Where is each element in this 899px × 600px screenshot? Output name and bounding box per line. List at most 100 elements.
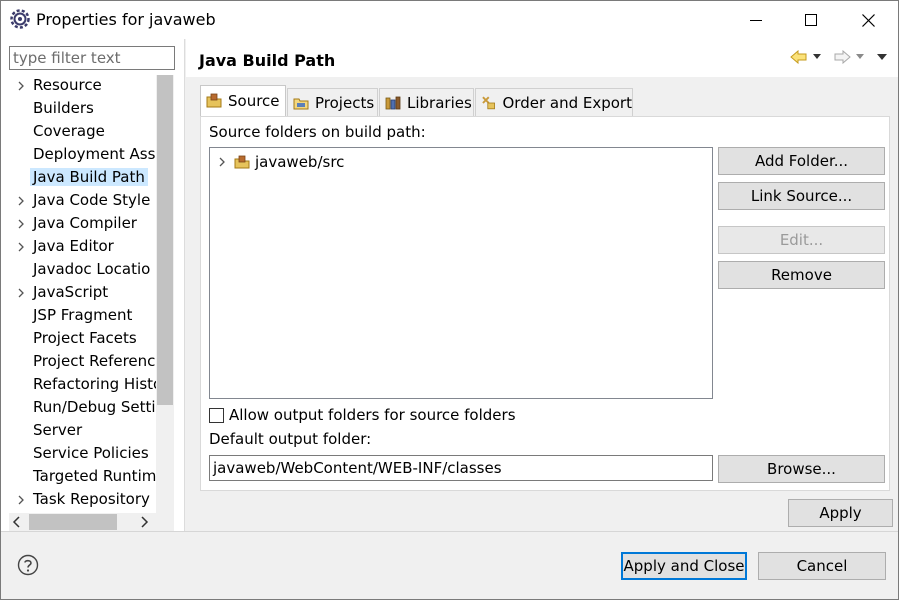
expand-chevron-icon[interactable] (16, 494, 26, 506)
sidebar-item[interactable]: Builders (1, 98, 156, 121)
expand-chevron-icon[interactable] (16, 241, 26, 253)
dialog-footer: Apply and Close Cancel (1, 532, 898, 599)
expand-chevron-icon[interactable] (16, 287, 26, 299)
forward-navigation[interactable] (833, 48, 867, 66)
allow-output-folders-label: Allow output folders for source folders (229, 406, 516, 424)
source-tab-panel: Source folders on build path: javaweb/sr… (200, 116, 890, 491)
view-menu-icon[interactable] (876, 52, 888, 62)
apply-button[interactable]: Apply (788, 499, 893, 527)
expand-chevron-icon[interactable] (216, 156, 228, 168)
forward-arrow-icon[interactable] (833, 50, 851, 64)
allow-output-folders-checkbox[interactable] (209, 407, 224, 423)
order-export-icon (482, 96, 495, 109)
apply-label: Apply (819, 504, 862, 522)
projects-icon (293, 98, 309, 109)
forward-dropdown-icon[interactable] (855, 52, 867, 62)
property-page: Java Build Path Source Projects Librarie… (186, 39, 898, 531)
tab-label: Libraries (407, 93, 472, 112)
sidebar-item[interactable]: JavaScript (1, 282, 156, 305)
sidebar-item[interactable]: Coverage (1, 121, 156, 144)
back-arrow-icon[interactable] (790, 50, 808, 64)
maximize-button[interactable] (783, 1, 838, 39)
sidebar-item[interactable]: Resource (1, 75, 156, 98)
browse-label: Browse... (767, 460, 836, 478)
sidebar-item-label: Task Repository (33, 490, 150, 508)
sidebar-item[interactable]: Deployment Ass (1, 144, 156, 167)
sidebar-item-label: Deployment Ass (33, 145, 156, 163)
window-title: Properties for javaweb (36, 10, 216, 29)
close-icon (862, 13, 875, 27)
minimize-icon (749, 20, 762, 21)
source-folders-label: Source folders on build path: (209, 123, 426, 141)
add-folder-button[interactable]: Add Folder... (718, 147, 885, 175)
close-button[interactable] (841, 1, 896, 39)
help-icon[interactable] (17, 554, 39, 576)
property-page-navigator: Resource Builders Coverage Deployment Ass Ja… (1, 39, 185, 549)
sidebar-item[interactable]: Server (1, 420, 156, 443)
source-folders-tree[interactable]: javaweb/src (209, 147, 713, 399)
scroll-right-icon[interactable] (139, 516, 149, 528)
sidebar-item-label: Run/Debug Setti (33, 398, 156, 416)
property-tree: Resource Builders Coverage Deployment Ass Ja… (1, 75, 156, 515)
page-header: Java Build Path (186, 39, 898, 77)
default-output-folder-label: Default output folder: (209, 430, 372, 448)
back-dropdown-icon[interactable] (812, 52, 824, 62)
sidebar-item[interactable]: Refactoring Histo (1, 374, 156, 397)
minimize-button[interactable] (728, 1, 783, 39)
scroll-left-icon[interactable] (12, 516, 22, 528)
tree-vertical-scrollbar[interactable] (156, 75, 174, 549)
libraries-icon (385, 96, 401, 109)
sidebar-item[interactable]: Service Policies (1, 443, 156, 466)
tab-label: Source (228, 92, 280, 110)
sidebar-item[interactable]: Project Facets (1, 328, 156, 351)
default-output-folder-input[interactable]: javaweb/WebContent/WEB-INF/classes (209, 455, 713, 481)
cancel-label: Cancel (796, 557, 848, 575)
remove-button[interactable]: Remove (718, 261, 885, 289)
sidebar-item[interactable]: Java Build Path (1, 167, 156, 190)
source-folder-row[interactable]: javaweb/src (216, 152, 344, 172)
edit-button[interactable]: Edit... (718, 226, 885, 254)
tab-order-and-export[interactable]: Order and Export (475, 88, 633, 116)
apply-and-close-label: Apply and Close (623, 557, 745, 575)
expand-chevron-icon[interactable] (16, 80, 26, 92)
sidebar-item-label: JavaScript (33, 283, 109, 301)
link-source-button[interactable]: Link Source... (718, 182, 885, 210)
sidebar-item[interactable]: JSP Fragment (1, 305, 156, 328)
sidebar-item[interactable]: Targeted Runtim (1, 466, 156, 489)
sidebar-item[interactable]: Java Editor (1, 236, 156, 259)
sidebar-item[interactable]: Run/Debug Setti (1, 397, 156, 420)
sidebar-item-label: Java Compiler (33, 214, 137, 232)
eclipse-gear-icon (10, 9, 30, 29)
sidebar-item[interactable]: Java Code Style (1, 190, 156, 213)
tab-libraries[interactable]: Libraries (379, 88, 474, 116)
sidebar-item-label: JSP Fragment (33, 306, 133, 324)
sidebar-item[interactable]: Javadoc Locatio (1, 259, 156, 282)
scrollbar-thumb[interactable] (157, 75, 173, 405)
sidebar-item-label: Refactoring Histo (33, 375, 156, 393)
scrollbar-thumb[interactable] (29, 514, 117, 530)
tree-horizontal-scrollbar[interactable] (9, 513, 156, 531)
cancel-button[interactable]: Cancel (758, 552, 886, 580)
tab-label: Projects (315, 93, 375, 112)
tab-source[interactable]: Source (200, 85, 286, 116)
browse-button[interactable]: Browse... (718, 455, 885, 483)
source-folder-label: javaweb/src (255, 153, 345, 171)
allow-output-folders-option[interactable]: Allow output folders for source folders (209, 405, 516, 425)
sidebar-item[interactable]: Project Referenc (1, 351, 156, 374)
back-navigation[interactable] (790, 48, 824, 66)
expand-chevron-icon[interactable] (16, 195, 26, 207)
sidebar-item-label: Targeted Runtim (33, 467, 156, 485)
sidebar-item-label: Project Facets (33, 329, 137, 347)
sidebar-item-label: Java Editor (33, 237, 114, 255)
apply-and-close-button[interactable]: Apply and Close (621, 552, 747, 580)
expand-chevron-icon[interactable] (16, 218, 26, 230)
package-folder-icon (234, 155, 250, 169)
filter-input[interactable] (9, 46, 175, 70)
sidebar-item-label: Coverage (33, 122, 105, 140)
tab-projects[interactable]: Projects (287, 88, 378, 116)
view-menu[interactable] (876, 48, 888, 66)
sidebar-item[interactable]: Java Compiler (1, 213, 156, 236)
title-bar: Properties for javaweb (1, 1, 898, 39)
sidebar-item[interactable]: Task Repository (1, 489, 156, 512)
sidebar-item-label: Service Policies (33, 444, 149, 462)
